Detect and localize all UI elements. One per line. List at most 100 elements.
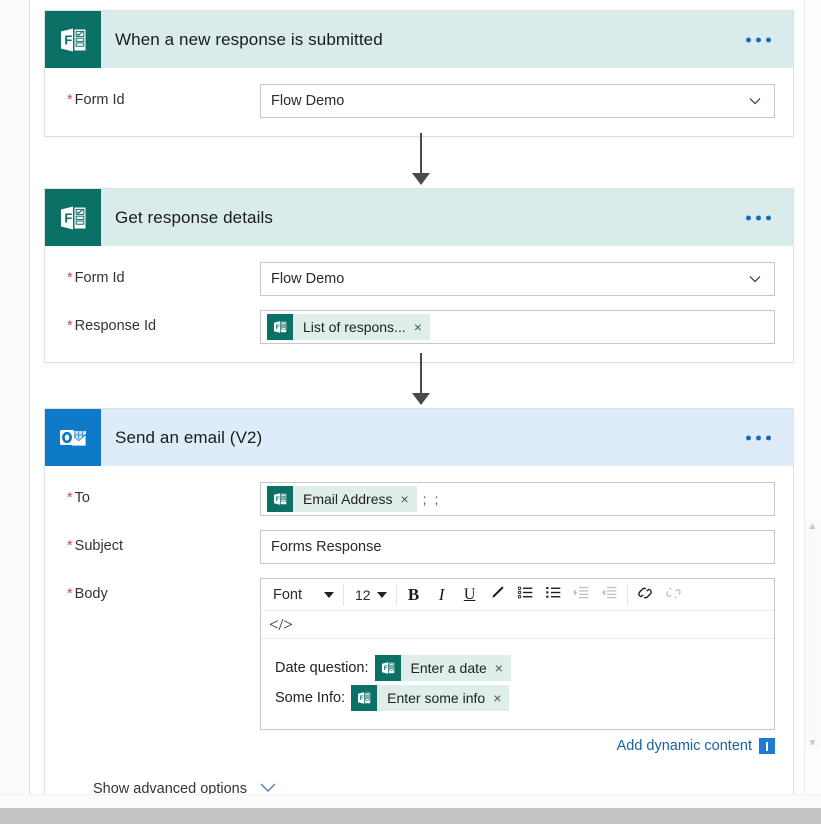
- subject-value: Forms Response: [271, 539, 382, 555]
- chevron-down-icon: [324, 591, 335, 598]
- body-line-label: Some Info:: [275, 690, 346, 706]
- required-asterisk: *: [67, 538, 73, 554]
- field-label: * Body: [67, 586, 108, 602]
- bold-button[interactable]: B: [400, 580, 428, 610]
- microsoft-forms-icon: F: [45, 11, 101, 68]
- link-icon: [636, 584, 654, 606]
- field-control: F Email Address × ; ;: [260, 482, 775, 516]
- chevron-down-icon: [376, 591, 387, 598]
- svg-text:F: F: [64, 32, 72, 47]
- svg-text:F: F: [276, 324, 280, 331]
- form-id-dropdown[interactable]: Flow Demo: [260, 84, 775, 118]
- dynamic-content-token[interactable]: F Enter some info ×: [351, 685, 510, 711]
- font-size-value: 12: [355, 586, 371, 603]
- dynamic-content-token[interactable]: F Enter a date ×: [374, 655, 511, 681]
- field-row-form-id: * Form Id Flow Demo: [67, 84, 775, 118]
- flow-card-get-response-details[interactable]: F Get response details * Form Id Flow De…: [44, 188, 794, 363]
- bold-icon: B: [407, 584, 420, 604]
- field-label: * Form Id: [67, 92, 125, 108]
- svg-text:F: F: [383, 665, 387, 672]
- scroll-down-icon[interactable]: ▼: [806, 737, 819, 750]
- font-family-select[interactable]: Font: [263, 580, 340, 610]
- editor-toolbar-row2: </>: [261, 611, 774, 639]
- card-title: When a new response is submitted: [115, 29, 383, 49]
- numbers-icon: [545, 584, 562, 605]
- to-trailing-text: ; ;: [422, 491, 441, 507]
- indent-increase-button[interactable]: [568, 580, 596, 610]
- unlink-icon: [664, 584, 682, 606]
- response-id-input[interactable]: F List of respons... ×: [260, 310, 775, 344]
- dynamic-content-token[interactable]: F List of respons... ×: [267, 314, 430, 340]
- code-view-button[interactable]: </>: [269, 615, 293, 635]
- page-bottom-strip: [0, 794, 821, 808]
- field-control: F List of respons... ×: [260, 310, 775, 344]
- text-color-button[interactable]: [484, 580, 512, 610]
- indent-decrease-button[interactable]: [596, 580, 624, 610]
- left-gutter: [0, 0, 30, 808]
- italic-button[interactable]: I: [428, 580, 456, 610]
- outdent-icon: [601, 584, 618, 605]
- card-menu-button[interactable]: [742, 209, 775, 226]
- field-row-to: * To F Email Address × ; ;: [67, 482, 775, 516]
- toolbar-divider: [395, 583, 397, 606]
- font-family-value: Font: [273, 586, 303, 603]
- dynamic-content-token[interactable]: F Email Address ×: [267, 486, 417, 512]
- required-asterisk: *: [67, 586, 73, 602]
- pen-icon: [489, 584, 506, 605]
- card-header[interactable]: F Get response details: [45, 189, 793, 246]
- card-body: * Form Id Flow Demo * Response Id F List…: [45, 246, 793, 362]
- token-label: Enter a date: [410, 660, 487, 676]
- vertical-scrollbar-thumb[interactable]: [805, 520, 820, 750]
- outlook-icon: [45, 409, 101, 466]
- field-control: Forms Response: [260, 530, 775, 564]
- field-row-body: * Body Font 12 B I U </> Date question: …: [67, 578, 775, 754]
- card-header[interactable]: Send an email (V2): [45, 409, 793, 466]
- rich-text-editor[interactable]: Font 12 B I U </> Date question: F Enter…: [260, 578, 775, 730]
- connector-arrow: [412, 353, 430, 405]
- required-asterisk: *: [67, 318, 73, 334]
- required-asterisk: *: [67, 270, 73, 286]
- remove-token-icon[interactable]: ×: [495, 661, 511, 675]
- italic-icon: I: [438, 584, 445, 604]
- field-label: * Form Id: [67, 270, 125, 286]
- body-line: Date question: F Enter a date ×: [275, 653, 762, 683]
- horizontal-scrollbar[interactable]: [0, 808, 821, 824]
- add-dynamic-content-row: Add dynamic content: [260, 738, 775, 754]
- chevron-down-icon: [748, 94, 762, 108]
- field-label: * Subject: [67, 538, 124, 554]
- remove-token-icon[interactable]: ×: [493, 691, 509, 705]
- numbered-list-button[interactable]: [540, 580, 568, 610]
- form-id-dropdown[interactable]: Flow Demo: [260, 262, 775, 296]
- required-asterisk: *: [67, 92, 73, 108]
- field-control: Font 12 B I U </> Date question: F Enter…: [260, 578, 775, 754]
- connector-arrow: [412, 133, 430, 185]
- font-size-select[interactable]: 12: [347, 580, 393, 610]
- dynamic-content-icon[interactable]: [759, 738, 775, 754]
- microsoft-forms-icon: F: [267, 486, 293, 512]
- flow-card-trigger[interactable]: F When a new response is submitted * Form…: [44, 10, 794, 137]
- scroll-up-icon[interactable]: ▲: [806, 520, 819, 533]
- field-label: * To: [67, 490, 90, 506]
- to-input[interactable]: F Email Address × ; ;: [260, 482, 775, 516]
- toolbar-divider: [343, 583, 345, 606]
- field-row-subject: * Subject Forms Response: [67, 530, 775, 564]
- add-dynamic-content-link[interactable]: Add dynamic content: [617, 738, 752, 754]
- card-header[interactable]: F When a new response is submitted: [45, 11, 793, 68]
- remove-token-icon[interactable]: ×: [414, 320, 430, 334]
- microsoft-forms-icon: F: [374, 655, 401, 681]
- flow-designer-canvas: F When a new response is submitted * Form…: [0, 0, 821, 824]
- flow-card-send-an-email[interactable]: Send an email (V2) * To F Email Address …: [44, 408, 794, 808]
- microsoft-forms-icon: F: [267, 314, 293, 340]
- card-body: * Form Id Flow Demo: [45, 68, 793, 136]
- insert-link-button[interactable]: [631, 580, 659, 610]
- subject-input[interactable]: Forms Response: [260, 530, 775, 564]
- bullets-icon: [517, 584, 534, 605]
- underline-button[interactable]: U: [456, 580, 484, 610]
- card-menu-button[interactable]: [742, 31, 775, 48]
- remove-token-icon[interactable]: ×: [400, 492, 416, 506]
- email-body-content[interactable]: Date question: F Enter a date × Some Inf…: [261, 639, 774, 729]
- vertical-scrollbar[interactable]: ▲ ▼: [804, 0, 821, 810]
- card-menu-button[interactable]: [742, 429, 775, 446]
- bulleted-list-button[interactable]: [512, 580, 540, 610]
- remove-link-button[interactable]: [659, 580, 687, 610]
